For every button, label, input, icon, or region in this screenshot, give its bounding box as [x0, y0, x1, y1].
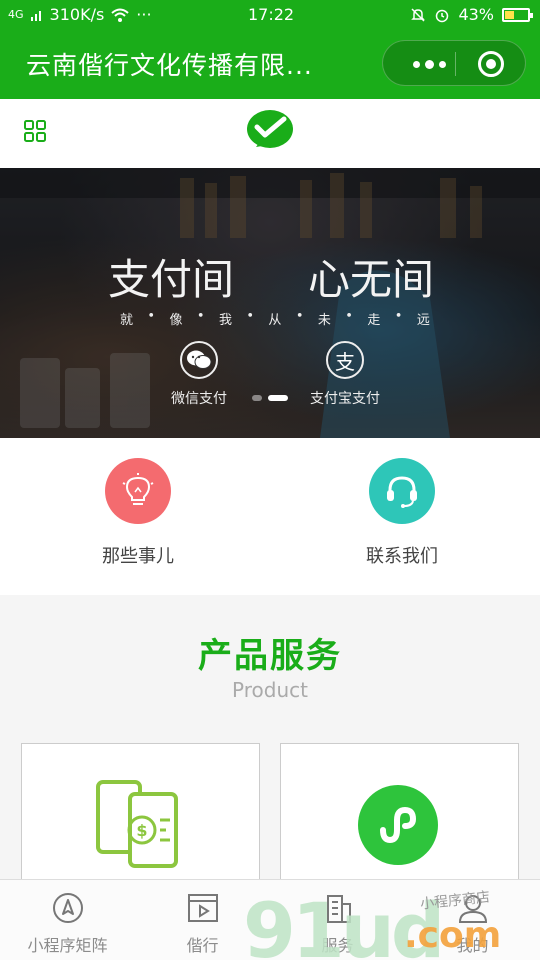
slogan-right: 心无间 — [308, 255, 435, 304]
watermark-domain: .com — [404, 915, 502, 956]
page-title: 云南偕行文化传播有限... — [26, 51, 313, 80]
mute-bell-icon — [411, 7, 426, 22]
compass-icon — [53, 893, 83, 923]
tab-matrix[interactable]: 小程序矩阵 — [0, 880, 135, 960]
banner-pagination — [0, 395, 540, 401]
grid-icon[interactable] — [24, 120, 46, 142]
slogan-char: • — [345, 309, 353, 324]
slogan-char: 我 — [218, 313, 232, 328]
mini-program-icon — [358, 785, 438, 865]
tab-label: 小程序矩阵 — [27, 936, 108, 955]
pagination-dot[interactable] — [268, 395, 288, 401]
quick-link-label: 联系我们 — [366, 546, 438, 567]
network-speed: 310K/s — [49, 5, 105, 24]
more-dots-icon[interactable] — [403, 41, 455, 87]
capsule-divider — [455, 52, 456, 76]
slogan-left: 支付间 — [108, 255, 235, 304]
svg-text:$: $ — [136, 821, 147, 840]
slogan-subline: 就 • 像 • 我 • 从 • 未 • 走 • 远 — [120, 309, 430, 328]
quick-link-label: 那些事儿 — [102, 546, 174, 567]
battery-percent: 43% — [458, 5, 494, 24]
wechat-chat-icon — [180, 341, 218, 379]
status-right: 43% — [410, 5, 533, 24]
status-left: 4G 310K/s ··· — [8, 5, 152, 24]
video-play-icon — [188, 894, 218, 922]
slogan-char: • — [147, 309, 156, 324]
slogan-char: 从 — [268, 313, 282, 328]
mini-program-capsule — [382, 40, 526, 86]
target-close-icon[interactable] — [478, 51, 504, 77]
pagination-dot[interactable] — [252, 395, 262, 401]
status-more: ··· — [136, 5, 152, 24]
slogan-char: • — [246, 309, 255, 324]
alarm-icon — [436, 9, 449, 22]
slogan-char: 远 — [416, 313, 430, 328]
battery-icon — [502, 7, 533, 22]
headset-icon — [369, 458, 435, 524]
slogan-char: 走 — [367, 313, 381, 328]
slogan-char: 未 — [317, 313, 331, 328]
status-bar: 4G 310K/s ··· 17:22 43% — [0, 0, 540, 30]
section-subtitle: Product — [232, 678, 308, 702]
wechat-pay-check-icon — [247, 110, 293, 148]
signal-icon — [30, 10, 41, 21]
network-indicator: 4G — [8, 8, 24, 21]
promo-banner[interactable]: 支付间 心无间 就 • 像 • 我 • 从 • 未 • 走 • 远 支 微信支付 支付宝支付 — [0, 168, 540, 438]
quick-links: 那些事儿 联系我们 — [0, 438, 540, 595]
alipay-icon: 支 — [326, 341, 364, 379]
slogan-char: 就 — [120, 313, 134, 328]
mobile-payment-icon: $ — [96, 780, 178, 868]
slogan-char: 像 — [169, 313, 183, 328]
app-top-bar: 4G 310K/s ··· 17:22 43% 云南偕行文化传播有限... — [0, 0, 540, 99]
status-time: 17:22 — [248, 5, 295, 24]
slogan-char: • — [295, 309, 304, 324]
quick-link-stories[interactable]: 那些事儿 — [48, 458, 228, 568]
section-title: 产品服务 — [198, 636, 342, 676]
lightbulb-icon — [105, 458, 171, 524]
slogan-char: • — [196, 309, 205, 324]
slogan-char: • — [394, 309, 403, 324]
wifi-icon — [111, 8, 129, 22]
alipay-glyph: 支 — [335, 349, 355, 374]
quick-link-contact[interactable]: 联系我们 — [312, 458, 492, 568]
battery-level — [505, 10, 515, 19]
